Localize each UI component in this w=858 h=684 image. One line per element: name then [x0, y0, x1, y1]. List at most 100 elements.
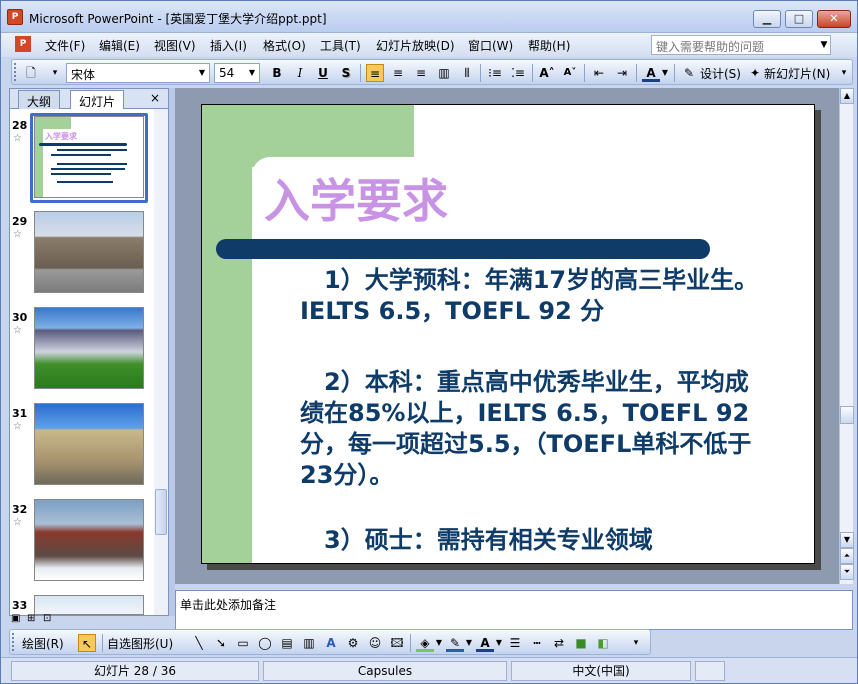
align-center-icon[interactable]: ≡: [389, 64, 407, 82]
tab-outline[interactable]: 大纲: [18, 90, 61, 109]
slide-paragraph-1[interactable]: 1）大学预科：年满17岁的高三毕业生。IELTS 6.5，TOEFL 92 分: [300, 265, 770, 327]
increase-font-icon[interactable]: A˄: [538, 64, 556, 82]
thumb-number: 29: [12, 215, 28, 228]
slide-editing-area: 入学要求 1）大学预科：年满17岁的高三毕业生。IELTS 6.5，TOEFL …: [175, 88, 839, 584]
menu-window[interactable]: 窗口(W): [468, 37, 513, 54]
slide-title[interactable]: 入学要求: [264, 165, 448, 231]
panel-scrollbar[interactable]: [154, 109, 168, 615]
fill-color-icon[interactable]: ◈: [416, 634, 434, 652]
draw-menu-button[interactable]: 绘图(R): [22, 635, 64, 652]
shadow-button[interactable]: S: [337, 64, 355, 82]
scroll-thumb[interactable]: [155, 489, 167, 535]
minimize-button[interactable]: ▁: [753, 10, 781, 28]
new-slide-button[interactable]: 新幻灯片(N): [764, 65, 830, 82]
slide-sorter-icon[interactable]: ⊞: [27, 613, 35, 624]
font-select[interactable]: 宋体 ▼: [66, 63, 210, 83]
font-color-icon[interactable]: A: [476, 634, 494, 652]
picture-icon[interactable]: 🖾: [388, 634, 406, 652]
align-right-icon[interactable]: ≡: [412, 64, 430, 82]
decrease-font-icon[interactable]: A˅: [561, 64, 579, 82]
textbox-icon[interactable]: ▤: [278, 634, 296, 652]
menu-help[interactable]: 帮助(H): [528, 37, 570, 54]
3d-style-icon[interactable]: ◧: [594, 634, 612, 652]
menu-view[interactable]: 视图(V): [154, 37, 196, 54]
menu-format[interactable]: 格式(O): [263, 37, 306, 54]
normal-view-icon[interactable]: ▣: [11, 613, 20, 624]
menu-tools[interactable]: 工具(T): [320, 37, 361, 54]
clipart-icon[interactable]: ☺: [366, 634, 384, 652]
chevron-down-icon[interactable]: ▼: [494, 634, 504, 652]
increase-indent-icon[interactable]: ⇥: [613, 64, 631, 82]
shadow-style-icon[interactable]: ■: [572, 634, 590, 652]
decrease-indent-icon[interactable]: ⇤: [590, 64, 608, 82]
toolbar-grip[interactable]: [12, 633, 15, 651]
font-color-icon[interactable]: A: [642, 64, 660, 82]
oval-icon[interactable]: ◯: [256, 634, 274, 652]
wordart-icon[interactable]: A: [322, 634, 340, 652]
autoshapes-button[interactable]: 自选图形(U): [107, 635, 173, 652]
current-slide[interactable]: 入学要求 1）大学预科：年满17岁的高三毕业生。IELTS 6.5，TOEFL …: [201, 104, 815, 564]
design-button[interactable]: 设计(S): [700, 65, 741, 82]
slide-thumb-30[interactable]: [34, 307, 144, 389]
maximize-button[interactable]: □: [785, 10, 813, 28]
arrow-style-icon[interactable]: ⇄: [550, 634, 568, 652]
rectangle-icon[interactable]: ▭: [234, 634, 252, 652]
chevron-down-icon[interactable]: ▼: [434, 634, 444, 652]
dash-style-icon[interactable]: ┅: [528, 634, 546, 652]
new-slide-icon[interactable]: ✦: [746, 64, 764, 82]
line-icon[interactable]: ╲: [190, 634, 208, 652]
slideshow-icon[interactable]: ⊡: [43, 613, 51, 624]
toolbar-options-icon[interactable]: ▾: [46, 64, 64, 82]
view-buttons: ▣ ⊞ ⊡: [9, 613, 59, 627]
slide-thumb-31[interactable]: [34, 403, 144, 485]
close-button[interactable]: ✕: [817, 10, 851, 28]
notes-pane[interactable]: 单击此处添加备注: [175, 590, 853, 630]
align-left-icon[interactable]: ≡: [366, 64, 384, 82]
next-slide-icon[interactable]: ⏷: [840, 564, 854, 580]
numbered-list-icon[interactable]: ⁝≡: [486, 64, 504, 82]
line-style-icon[interactable]: ☰: [506, 634, 524, 652]
thumb-line: [57, 163, 127, 165]
arrow-icon[interactable]: ➘: [212, 634, 230, 652]
columns-icon[interactable]: ⫴: [458, 64, 476, 82]
help-search-input[interactable]: 键入需要帮助的问题: [651, 35, 831, 55]
chevron-down-icon[interactable]: ▼: [464, 634, 474, 652]
slide-thumb-33[interactable]: [34, 595, 144, 615]
menu-slideshow[interactable]: 幻灯片放映(D): [376, 37, 455, 54]
slide-scrollbar[interactable]: ▲ ▼ ⏶ ⏷: [839, 88, 854, 584]
design-icon[interactable]: ✎: [680, 64, 698, 82]
new-document-icon[interactable]: 🗋: [22, 64, 40, 82]
underline-button[interactable]: U: [314, 64, 332, 82]
previous-slide-icon[interactable]: ⏶: [840, 548, 854, 564]
toolbar-options-icon[interactable]: ▾: [838, 64, 850, 82]
slide-paragraph-3[interactable]: 3）硕士：需持有相关专业领域: [300, 525, 770, 556]
font-size-select[interactable]: 54 ▼: [214, 63, 260, 83]
menu-insert[interactable]: 插入(I): [210, 37, 247, 54]
chevron-down-icon[interactable]: ▼: [660, 64, 670, 82]
scroll-up-icon[interactable]: ▲: [840, 88, 854, 104]
select-pointer-icon[interactable]: ↖: [78, 634, 96, 652]
close-icon[interactable]: ×: [150, 91, 160, 105]
line-color-icon[interactable]: ✎: [446, 634, 464, 652]
toolbar-grip[interactable]: [14, 63, 17, 81]
slide-thumb-29[interactable]: [34, 211, 144, 293]
distribute-icon[interactable]: ▥: [435, 64, 453, 82]
menu-file[interactable]: 文件(F): [45, 37, 85, 54]
italic-button[interactable]: I: [291, 64, 309, 82]
scroll-down-icon[interactable]: ▼: [840, 532, 854, 548]
bold-button[interactable]: B: [268, 64, 286, 82]
bullet-list-icon[interactable]: ⁚≡: [509, 64, 527, 82]
slide-thumb-32[interactable]: [34, 499, 144, 581]
vertical-textbox-icon[interactable]: ▥: [300, 634, 318, 652]
scroll-thumb[interactable]: [840, 406, 854, 424]
document-icon[interactable]: P: [15, 36, 31, 52]
title-bar: P Microsoft PowerPoint - [英国爱丁堡大学介绍ppt.p…: [1, 1, 857, 33]
slide-thumb-28[interactable]: 入学要求: [34, 116, 144, 198]
chevron-down-icon[interactable]: ▼: [818, 36, 830, 54]
powerpoint-icon[interactable]: P: [7, 9, 23, 25]
menu-edit[interactable]: 编辑(E): [99, 37, 140, 54]
diagram-icon[interactable]: ⚙: [344, 634, 362, 652]
toolbar-options-icon[interactable]: ▾: [630, 634, 642, 652]
slide-paragraph-2[interactable]: 2）本科：重点高中优秀毕业生，平均成绩在85%以上，IELTS 6.5，TOEF…: [300, 367, 770, 491]
tab-slides[interactable]: 幻灯片: [70, 90, 125, 109]
